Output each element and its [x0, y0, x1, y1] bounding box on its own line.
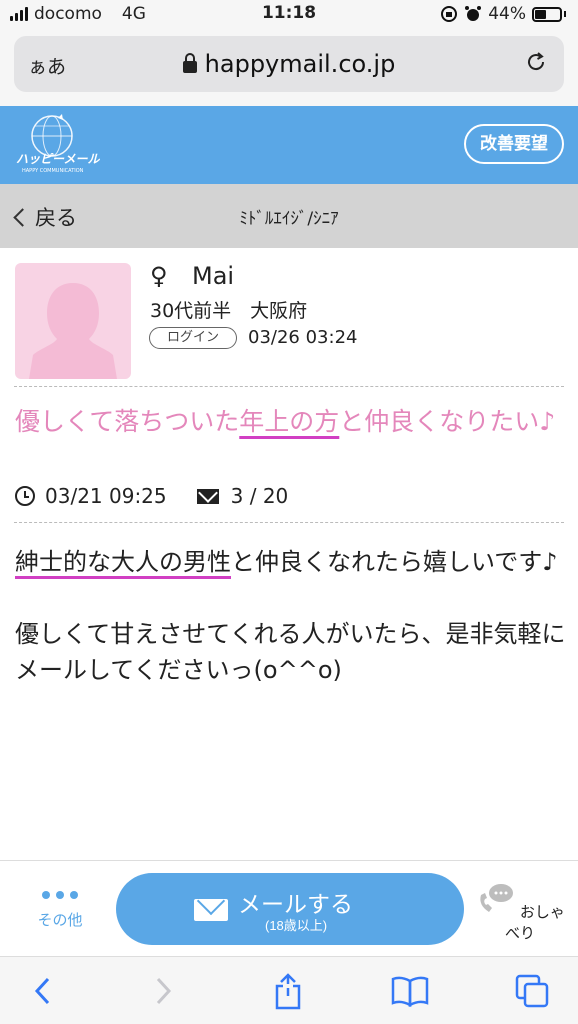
more-dots-icon [20, 891, 100, 899]
lock-icon [182, 53, 197, 73]
happymail-logo[interactable]: ハッピーメール HAPPY COMMUNICATION [8, 112, 100, 176]
tabs-icon[interactable] [512, 971, 552, 1011]
action-bar: その他 メールする (18歳以上) おしゃべり [0, 860, 578, 956]
login-time: 03/26 03:24 [248, 327, 358, 348]
browser-toolbar [0, 956, 578, 1024]
chat-button[interactable]: おしゃべり [472, 883, 568, 943]
other-button[interactable]: その他 [20, 891, 100, 930]
post-body-highlight: 紳士的な大人の男性 [15, 548, 231, 576]
post-title-part2: と仲良くなりたい♪ [339, 407, 556, 436]
share-icon[interactable] [268, 971, 308, 1011]
mail-count: 3 / 20 [230, 484, 289, 508]
url-display[interactable]: happymail.co.jp [14, 50, 564, 78]
page-title: ﾐﾄﾞﾙｴｲｼﾞ/ｼﾆｱ [239, 209, 339, 229]
clock-icon [15, 486, 35, 506]
post-body-line1-rest: と仲良くなれたら嬉しいです♪ [231, 548, 558, 576]
post-body-line1: 紳士的な大人の男性と仲良くなれたら嬉しいです♪ [15, 544, 575, 580]
divider [14, 386, 564, 387]
profile-name: Mai [192, 262, 235, 290]
battery-percent: 44% [488, 4, 526, 24]
post-title-highlight: 年上の方 [239, 407, 340, 436]
send-mail-sublabel: (18歳以上) [265, 918, 328, 933]
post-body: 紳士的な大人の男性と仲良くなれたら嬉しいです♪ 優しくて甘えさせてくれる人がいた… [15, 544, 575, 688]
improvement-request-button[interactable]: 改善要望 [464, 124, 564, 164]
battery-tip [564, 11, 566, 17]
address-bar[interactable]: ぁあ happymail.co.jp [14, 36, 564, 92]
forward-arrow-icon[interactable] [142, 971, 182, 1011]
post-title-part1: 優しくて落ちついた [15, 407, 240, 436]
nav-bar: 戻る ﾐﾄﾞﾙｴｲｼﾞ/ｼﾆｱ [0, 184, 578, 248]
other-label: その他 [37, 911, 83, 929]
bookmarks-icon[interactable] [390, 971, 430, 1011]
login-badge: ログイン [149, 327, 237, 349]
logo-subtext: HAPPY COMMUNICATION [22, 168, 84, 174]
orientation-lock-icon [441, 6, 458, 22]
profile-age-area: 30代前半 大阪府 [150, 300, 308, 322]
avatar-silhouette-icon [29, 283, 117, 379]
back-arrow-icon[interactable] [24, 971, 64, 1011]
avatar[interactable] [15, 263, 131, 379]
url-text: happymail.co.jp [204, 50, 396, 78]
post-title: 優しくて落ちついた年上の方と仲良くなりたい♪ [15, 404, 565, 440]
browser-url-area: ぁあ happymail.co.jp [0, 28, 578, 106]
status-bar: docomo 4G 11:18 44% [0, 0, 578, 28]
divider [14, 522, 564, 523]
post-body-line2: 優しくて甘えさせてくれる人がいたら、是非気軽にメールしてくださいっ(o^^o) [15, 620, 566, 684]
alarm-icon [465, 6, 482, 21]
logo-text: ハッピーメール [16, 152, 100, 166]
envelope-icon [194, 899, 228, 921]
post-meta: 03/21 09:25 3 / 20 [15, 484, 288, 508]
send-mail-label: メールする [238, 891, 353, 917]
status-right: 44% [440, 4, 566, 24]
phone-chat-icon [480, 884, 514, 912]
mail-icon [196, 488, 219, 504]
reload-icon[interactable] [524, 50, 548, 74]
battery-icon [532, 6, 562, 22]
posted-time: 03/21 09:25 [45, 484, 167, 508]
gender-icon: ♀ [150, 262, 168, 290]
send-mail-button[interactable]: メールする (18歳以上) [116, 873, 464, 945]
app-header: ハッピーメール HAPPY COMMUNICATION 改善要望 [0, 106, 578, 184]
